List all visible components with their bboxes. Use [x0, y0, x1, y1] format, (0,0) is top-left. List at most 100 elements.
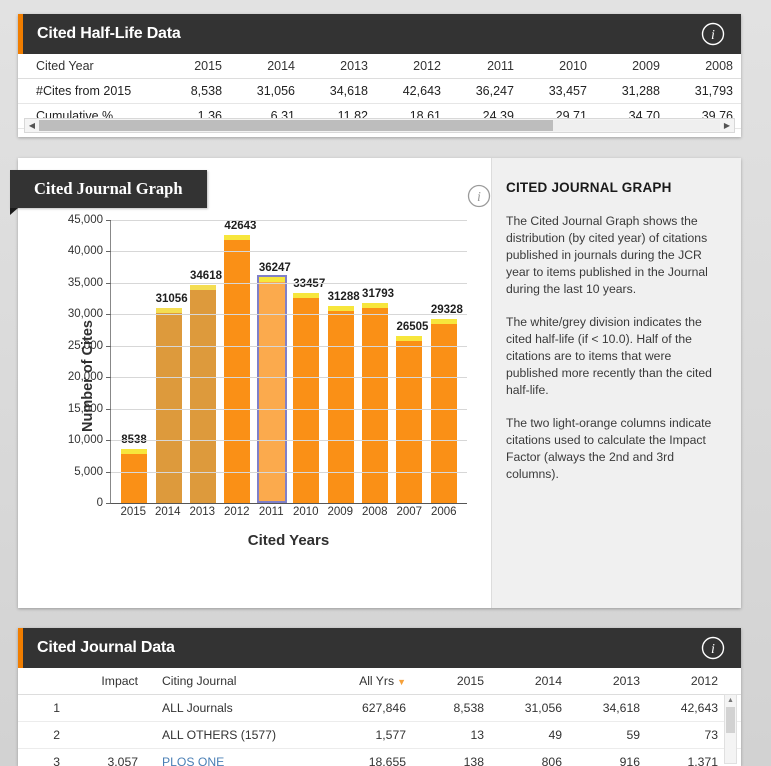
column-header: 2008: [667, 54, 741, 79]
cell: 31,793: [667, 78, 741, 104]
table-header-row: Impact Citing Journal All Yrs ▼ 2015 2014…: [18, 668, 741, 695]
column-header-2012[interactable]: 2012: [650, 668, 728, 695]
bar-cap: [327, 306, 354, 311]
cell: 31,288: [594, 78, 668, 104]
cited-journal-bar-chart: Number of Cites 8538 31056 34618 42643 36247…: [48, 214, 478, 574]
cited-journal-graph-tab[interactable]: Cited Journal Graph: [10, 170, 207, 215]
bar[interactable]: 42643: [224, 220, 256, 503]
column-header: 2015: [168, 54, 231, 79]
y-axis-tick-label: 30,000: [68, 308, 112, 320]
scrollbar-track[interactable]: [39, 120, 720, 131]
bar-slot[interactable]: 8538: [117, 220, 151, 503]
cell-2014: 49: [494, 721, 572, 749]
cell-all-yrs: 18,655: [338, 748, 416, 766]
column-header-all-yrs[interactable]: All Yrs ▼: [338, 668, 416, 695]
x-axis-tick-label: 2014: [154, 506, 181, 518]
x-axis-tick-label: 2008: [361, 506, 388, 518]
cited-journal-data-header: Cited Journal Data i: [18, 628, 741, 668]
column-header-rank: [18, 668, 70, 695]
cell-2012: 42,643: [650, 694, 728, 722]
bar-cap: [121, 449, 148, 454]
info-icon[interactable]: i: [701, 22, 725, 46]
column-header: 2014: [230, 54, 303, 79]
cell: 8,538: [168, 78, 231, 104]
graph-description-paragraph: The Cited Journal Graph shows the distri…: [506, 214, 708, 296]
column-header-2011[interactable]: 2011: [728, 668, 741, 695]
bar-cap: [190, 285, 217, 290]
cell: 31,056: [230, 78, 303, 104]
jcr-journal-profile-page: Cited Half-Life Data i Cited Year 2015 2…: [0, 0, 771, 766]
column-header-2014[interactable]: 2014: [494, 668, 572, 695]
table-row[interactable]: 1 ALL Journals 627,846 8,538 31,056 34,618 42,…: [18, 694, 741, 722]
cell-2013: 59: [572, 721, 650, 749]
bar-cap: [224, 235, 251, 240]
y-axis-tick-label: 40,000: [68, 245, 112, 257]
cited-half-life-title: Cited Half-Life Data: [37, 25, 181, 42]
cited-half-life-header: Cited Half-Life Data i: [18, 14, 741, 54]
cited-journal-data-title: Cited Journal Data: [37, 639, 175, 656]
bar-slot[interactable]: 34618: [186, 220, 222, 503]
bar-cap: [362, 303, 389, 308]
bar[interactable]: 34618: [190, 270, 222, 503]
cell-impact: [70, 721, 148, 749]
cell-2012: 1,371: [650, 748, 728, 766]
bar-slot[interactable]: 31056: [151, 220, 188, 503]
cell-2013: 916: [572, 748, 650, 766]
gridline: [111, 251, 467, 253]
bar[interactable]: 36247: [256, 262, 291, 503]
table-row[interactable]: 2 ALL OTHERS (1577) 1,577 13 49 59 73: [18, 721, 741, 749]
scroll-right-arrow-icon[interactable]: ▶: [720, 119, 734, 132]
cited-journal-graph-panel: Cited Journal Graph i Number of Cites 85…: [10, 158, 741, 608]
cell: 36,247: [448, 78, 522, 104]
vertical-scrollbar[interactable]: ▲: [724, 694, 737, 764]
cell-2015: 8,538: [416, 694, 494, 722]
cell: 34,618: [303, 78, 376, 104]
x-axis-tick-label: 2009: [327, 506, 354, 518]
bar-cap: [258, 277, 285, 282]
bar[interactable]: 31288: [327, 291, 360, 503]
bar-slot[interactable]: 36247: [255, 220, 291, 503]
table-row[interactable]: 3 3.057 PLOS ONE 18,655 138 806 916 1,371: [18, 748, 741, 766]
gridline: [111, 471, 467, 473]
bar-slot[interactable]: 31288: [323, 220, 360, 503]
bar[interactable]: 8538: [121, 434, 148, 503]
column-header: 2013: [303, 54, 376, 79]
column-header-2013[interactable]: 2013: [572, 668, 650, 695]
bar[interactable]: 31793: [362, 288, 394, 503]
graph-description-panel: CITED JOURNAL GRAPH The Cited Journal Gr…: [491, 158, 741, 608]
bar-slot[interactable]: 42643: [220, 220, 256, 503]
column-header-2015[interactable]: 2015: [416, 668, 494, 695]
cell-2014: 806: [494, 748, 572, 766]
cited-journal-data-panel: Cited Journal Data i Impact Citing Journ…: [18, 628, 741, 766]
scroll-up-arrow-icon[interactable]: ▲: [725, 695, 736, 706]
gridline: [111, 220, 467, 221]
scrollbar-thumb[interactable]: [39, 120, 554, 131]
cell-all-yrs: 627,846: [338, 694, 416, 722]
bar-cap: [396, 336, 423, 341]
bar[interactable]: 26505: [396, 321, 428, 503]
cell-2015: 138: [416, 748, 494, 766]
bar[interactable]: 31056: [155, 293, 188, 503]
scrollbar-thumb[interactable]: [726, 707, 735, 733]
x-axis-tick-label: 2010: [292, 506, 319, 518]
info-icon[interactable]: i: [701, 636, 725, 660]
horizontal-scrollbar[interactable]: ◀ ▶: [24, 118, 735, 133]
cell-citing-journal: ALL OTHERS (1577): [148, 721, 338, 749]
svg-text:i: i: [711, 28, 715, 43]
cell-impact: 3.057: [70, 748, 148, 766]
x-axis-ticks: 2015 2014 2013 2012 2011 2010 2009 2008 2007 2006: [110, 506, 467, 518]
cell-citing-journal[interactable]: PLOS ONE: [148, 748, 338, 766]
bar-slot[interactable]: 31793: [358, 220, 394, 503]
bar-slot[interactable]: 26505: [392, 220, 428, 503]
y-axis-tick-label: 45,000: [68, 214, 112, 226]
y-axis-tick-label: 0: [97, 497, 112, 509]
column-header-citing-journal[interactable]: Citing Journal: [148, 668, 338, 695]
gridline: [111, 282, 467, 284]
bar-slot[interactable]: 29328: [427, 220, 463, 503]
bar-slot[interactable]: 33457: [289, 220, 325, 503]
row-label: #Cites from 2015: [18, 78, 168, 104]
column-header: 2010: [521, 54, 595, 79]
bar-cap: [293, 293, 320, 298]
scroll-left-arrow-icon[interactable]: ◀: [25, 119, 39, 132]
sort-caret-icon: ▼: [397, 677, 406, 687]
